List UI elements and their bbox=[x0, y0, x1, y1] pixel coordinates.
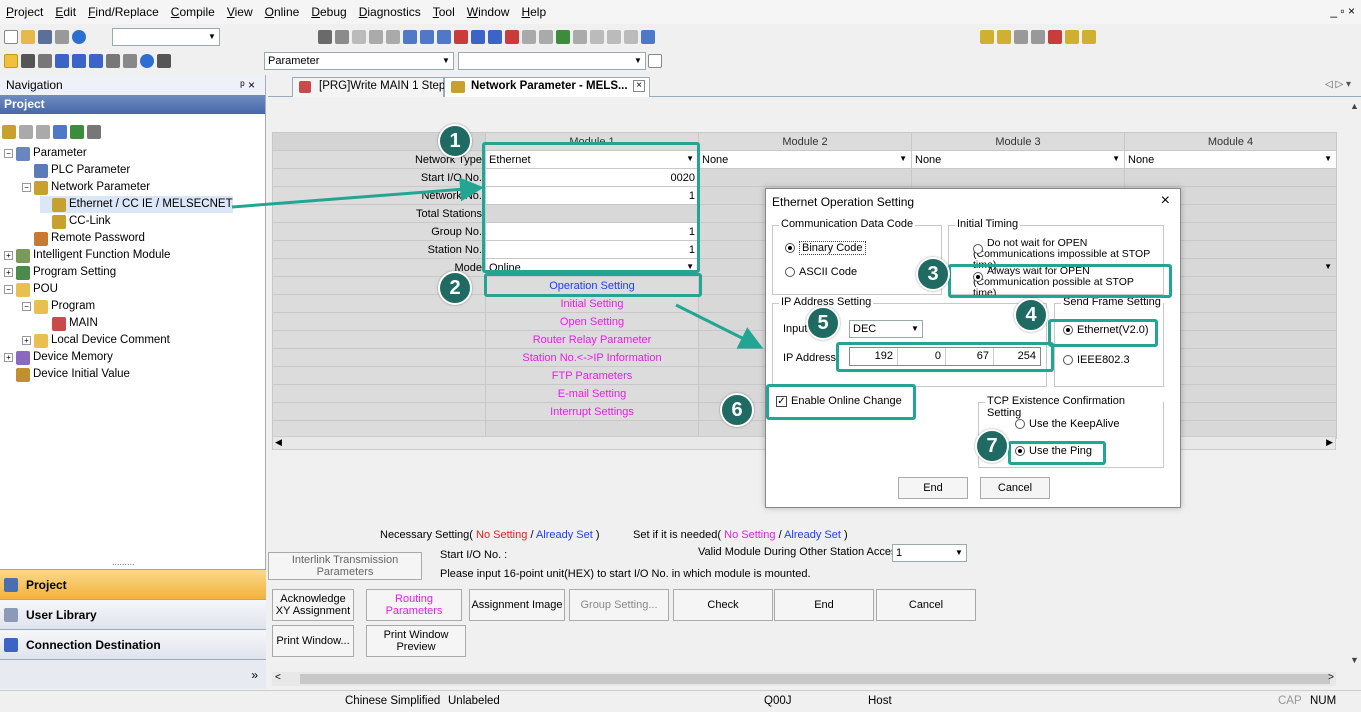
status-label: Unlabeled bbox=[448, 695, 500, 707]
status-bar: Chinese Simplified Unlabeled Q00J Host C… bbox=[0, 690, 1361, 712]
status-cpu: Q00J bbox=[764, 695, 792, 707]
status-host: Host bbox=[868, 695, 892, 707]
callout-2: 2 bbox=[438, 271, 472, 305]
arrow-tree-to-grid bbox=[231, 177, 484, 209]
arrow-operation-to-dialog bbox=[675, 303, 764, 349]
annotation-arrows bbox=[231, 177, 764, 349]
callout-6: 6 bbox=[720, 393, 754, 427]
callout-7: 7 bbox=[975, 429, 1009, 463]
callout-4: 4 bbox=[1014, 298, 1048, 332]
callout-3: 3 bbox=[916, 257, 950, 291]
callout-5: 5 bbox=[806, 306, 840, 340]
status-caps: CAP bbox=[1278, 695, 1302, 707]
status-num: NUM bbox=[1310, 695, 1337, 707]
callout-1: 1 bbox=[438, 124, 472, 158]
status-language: Chinese Simplified bbox=[345, 695, 441, 707]
